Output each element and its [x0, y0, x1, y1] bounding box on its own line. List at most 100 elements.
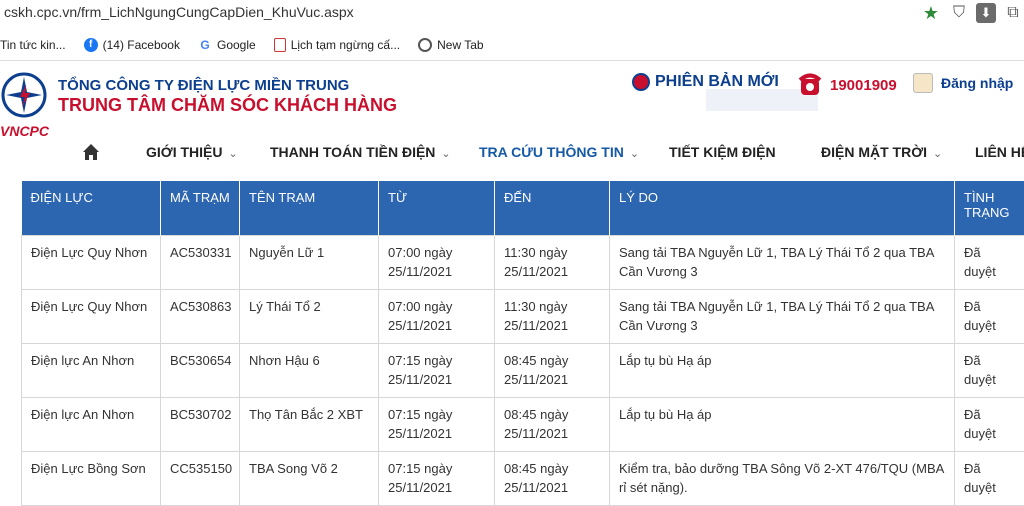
- bookmark-star-icon[interactable]: ★: [920, 2, 942, 24]
- nav-tiet-kiem[interactable]: TIẾT KIỆM ĐIỆN: [669, 144, 776, 160]
- table-row: Điện lực An Nhơn BC530654 Nhơn Hậu 6 07:…: [22, 344, 1024, 398]
- table-row: Điện Lực Quy Nhơn AC530863 Lý Thái Tổ 2 …: [22, 290, 1024, 344]
- hotline[interactable]: 19001909: [798, 71, 897, 99]
- cell-tu: 07:15 ngày 25/11/2021: [379, 398, 495, 452]
- cell-den: 08:45 ngày 25/11/2021: [495, 344, 610, 398]
- address-bar[interactable]: cskh.cpc.vn/frm_LichNgungCungCapDien_Khu…: [0, 0, 1024, 26]
- cell-den: 08:45 ngày 25/11/2021: [495, 398, 610, 452]
- cell-ten-tram: Lý Thái Tổ 2: [240, 290, 379, 344]
- bookmark-item[interactable]: Tin tức kin...: [0, 38, 66, 52]
- cell-ly-do: Kiểm tra, bảo dưỡng TBA Sông Võ 2-XT 476…: [610, 452, 955, 506]
- nav-label: TRA CỨU THÔNG TIN: [479, 144, 624, 160]
- bookmark-label: New Tab: [437, 38, 483, 52]
- version-icon: [632, 73, 650, 91]
- chevron-down-icon: ⌄: [229, 148, 238, 160]
- nav-label: ĐIỆN MẶT TRỜI: [821, 144, 927, 160]
- chevron-down-icon: ⌄: [441, 148, 450, 160]
- site-header: VNCPC TỔNG CÔNG TY ĐIỆN LỰC MIỀN TRUNG T…: [0, 61, 1024, 181]
- bookmarks-bar: Tin tức kin... f (14) Facebook G Google …: [0, 33, 1024, 57]
- column-header[interactable]: ĐIỆN LỰC: [22, 181, 161, 236]
- nav-lien-he[interactable]: LIÊN HỆ: [975, 144, 1024, 160]
- page-icon: [274, 38, 286, 52]
- google-icon: G: [198, 38, 212, 52]
- cell-dien-luc: Điện lực An Nhơn: [22, 344, 161, 398]
- cell-ly-do: Lắp tụ bù Hạ áp: [610, 344, 955, 398]
- cell-ma-tram: AC530863: [161, 290, 240, 344]
- facebook-icon: f: [84, 38, 98, 52]
- table-row: Điện Lực Bồng Sơn CC535150 TBA Song Võ 2…: [22, 452, 1024, 506]
- url-text[interactable]: cskh.cpc.vn/frm_LichNgungCungCapDien_Khu…: [4, 4, 354, 20]
- nav-thanh-toan[interactable]: THANH TOÁN TIỀN ĐIỆN ⌄: [270, 144, 451, 160]
- bookmark-item[interactable]: New Tab: [418, 38, 483, 52]
- cell-dien-luc: Điện lực An Nhơn: [22, 398, 161, 452]
- login-label: Đăng nhập: [941, 75, 1013, 91]
- nav-gioi-thieu[interactable]: GIỚI THIỆU ⌄: [146, 144, 238, 160]
- login-link[interactable]: Đăng nhập: [913, 73, 1013, 93]
- cell-ma-tram: AC530331: [161, 236, 240, 290]
- cell-tu: 07:00 ngày 25/11/2021: [379, 290, 495, 344]
- cell-den: 08:45 ngày 25/11/2021: [495, 452, 610, 506]
- new-version-link[interactable]: PHIÊN BẢN MỚI: [632, 73, 779, 91]
- column-header[interactable]: TỪ: [379, 181, 495, 236]
- bookmark-label: Lịch tạm ngừng cấ...: [291, 38, 400, 52]
- nav-tra-cuu[interactable]: TRA CỨU THÔNG TIN ⌄: [479, 144, 639, 160]
- extensions-icon[interactable]: ⧉: [1002, 2, 1024, 24]
- cell-ten-tram: TBA Song Võ 2: [240, 452, 379, 506]
- cell-tu: 07:15 ngày 25/11/2021: [379, 344, 495, 398]
- nav-label: THANH TOÁN TIỀN ĐIỆN: [270, 144, 435, 160]
- nav-dien-mat-troi[interactable]: ĐIỆN MẶT TRỜI ⌄: [821, 144, 942, 160]
- bookmark-label: (14) Facebook: [103, 38, 180, 52]
- bookmark-item[interactable]: Lịch tạm ngừng cấ...: [274, 38, 400, 52]
- cell-den: 11:30 ngày 25/11/2021: [495, 236, 610, 290]
- download-icon[interactable]: ⬇: [976, 3, 996, 23]
- phone-icon: [798, 71, 822, 99]
- bookmark-label: Tin tức kin...: [0, 38, 66, 52]
- cell-ly-do: Lắp tụ bù Hạ áp: [610, 398, 955, 452]
- user-avatar-icon: [913, 73, 933, 93]
- nav-label: TIẾT KIỆM ĐIỆN: [669, 144, 776, 160]
- cell-ten-tram: Nhơn Hậu 6: [240, 344, 379, 398]
- evn-logo-icon[interactable]: [0, 71, 48, 119]
- cell-ma-tram: BC530654: [161, 344, 240, 398]
- cell-tu: 07:15 ngày 25/11/2021: [379, 452, 495, 506]
- globe-icon: [418, 38, 432, 52]
- outage-schedule-table: ĐIỆN LỰC MÃ TRẠM TÊN TRẠM TỪ ĐẾN LÝ DO T…: [21, 181, 1024, 506]
- nav-label: GIỚI THIỆU: [146, 144, 223, 160]
- bookmark-item[interactable]: f (14) Facebook: [84, 38, 180, 52]
- brand-text: VNCPC: [0, 123, 49, 139]
- cell-tinh-trang: Đã duyệt: [955, 290, 1024, 344]
- cell-tinh-trang: Đã duyệt: [955, 344, 1024, 398]
- table-row: Điện lực An Nhơn BC530702 Thọ Tân Bắc 2 …: [22, 398, 1024, 452]
- cell-tinh-trang: Đã duyệt: [955, 236, 1024, 290]
- new-version-label: PHIÊN BẢN MỚI: [655, 73, 779, 91]
- table-header-row: ĐIỆN LỰC MÃ TRẠM TÊN TRẠM TỪ ĐẾN LÝ DO T…: [22, 181, 1024, 236]
- cell-dien-luc: Điện Lực Bồng Sơn: [22, 452, 161, 506]
- cell-tinh-trang: Đã duyệt: [955, 398, 1024, 452]
- nav-label: LIÊN HỆ: [975, 144, 1024, 160]
- cell-ten-tram: Nguyễn Lữ 1: [240, 236, 379, 290]
- column-header[interactable]: MÃ TRẠM: [161, 181, 240, 236]
- column-header[interactable]: TÌNH TRẠNG: [955, 181, 1024, 236]
- column-header[interactable]: TÊN TRẠM: [240, 181, 379, 236]
- column-header[interactable]: ĐẾN: [495, 181, 610, 236]
- cell-dien-luc: Điện Lực Quy Nhơn: [22, 236, 161, 290]
- company-name: TỔNG CÔNG TY ĐIỆN LỰC MIỀN TRUNG: [58, 77, 349, 94]
- bookmark-item[interactable]: G Google: [198, 38, 256, 52]
- cell-ly-do: Sang tải TBA Nguyễn Lữ 1, TBA Lý Thái Tổ…: [610, 236, 955, 290]
- bookmark-label: Google: [217, 38, 256, 52]
- cell-ly-do: Sang tải TBA Nguyễn Lữ 1, TBA Lý Thái Tổ…: [610, 290, 955, 344]
- cell-ten-tram: Thọ Tân Bắc 2 XBT: [240, 398, 379, 452]
- cell-ma-tram: BC530702: [161, 398, 240, 452]
- address-bar-icons: ★ ⛉ ⬇ ⧉: [920, 2, 1024, 24]
- cell-den: 11:30 ngày 25/11/2021: [495, 290, 610, 344]
- table-row: Điện Lực Quy Nhơn AC530331 Nguyễn Lữ 1 0…: [22, 236, 1024, 290]
- column-header[interactable]: LÝ DO: [610, 181, 955, 236]
- shield-icon[interactable]: ⛉: [948, 2, 970, 24]
- cell-tu: 07:00 ngày 25/11/2021: [379, 236, 495, 290]
- cell-ma-tram: CC535150: [161, 452, 240, 506]
- home-icon[interactable]: [82, 143, 100, 161]
- main-nav: GIỚI THIỆU ⌄ THANH TOÁN TIỀN ĐIỆN ⌄ TRA CỨ…: [0, 139, 1024, 169]
- chevron-down-icon: ⌄: [630, 148, 639, 160]
- hotline-number: 19001909: [830, 77, 897, 94]
- chevron-down-icon: ⌄: [933, 148, 942, 160]
